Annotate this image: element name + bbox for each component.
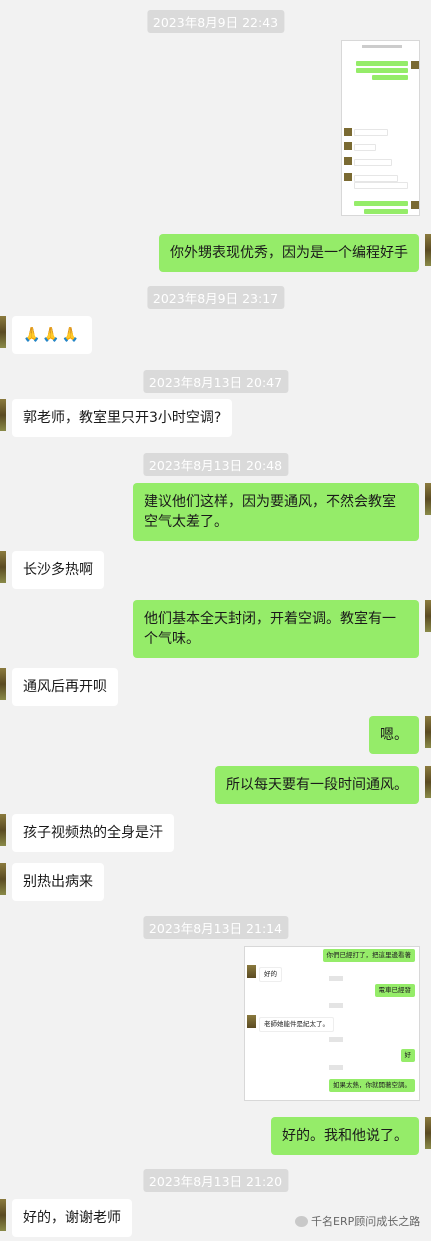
message-bubble-outgoing[interactable]: 你外甥表现优秀，因为是一个编程好手	[159, 234, 419, 272]
timestamp: 2023年8月13日 20:47	[142, 370, 289, 393]
mini-message: 好的	[259, 967, 282, 982]
message-text: 你外甥表现优秀，因为是一个编程好手	[170, 245, 408, 261]
message-text: 嗯。	[380, 727, 408, 743]
message-bubble-outgoing[interactable]: 嗯。	[369, 716, 419, 754]
mini-message: 如果太熱，你就開著空調。	[329, 1079, 415, 1092]
chat-screenshot-image-2[interactable]: 你們已經打了，把這里邊看著 好的 電車已經發 老師她能件是紀太了。 好 如果太熱…	[244, 946, 420, 1101]
message-text: 所以每天要有一段时间通风。	[226, 777, 408, 793]
message-text: 好的，谢谢老师	[23, 1210, 121, 1226]
timestamp: 2023年8月9日 22:43	[146, 10, 285, 33]
message-text: 好的。我和他说了。	[282, 1128, 408, 1144]
mini-message: 好	[400, 1049, 415, 1062]
message-bubble-outgoing[interactable]: 所以每天要有一段时间通风。	[215, 766, 419, 804]
message-bubble-incoming[interactable]: 通风后再开呗	[12, 668, 118, 706]
avatar[interactable]	[0, 863, 6, 895]
message-text: 长沙多热啊	[23, 562, 93, 578]
watermark-text: 千名ERP顾问成长之路	[311, 1215, 421, 1228]
avatar[interactable]	[0, 316, 6, 348]
message-bubble-incoming[interactable]: 别热出病来	[12, 863, 104, 901]
message-text: 通风后再开呗	[23, 679, 107, 695]
avatar[interactable]	[425, 1117, 431, 1149]
message-bubble-outgoing[interactable]: 他们基本全天封闭，开着空调。教室有一个气味。	[133, 600, 419, 658]
message-text: 建议他们这样，因为要通风，不然会教室空气太差了。	[144, 494, 396, 530]
wechat-official-account-icon	[295, 1215, 308, 1227]
message-bubble-incoming[interactable]: 郭老师，教室里只开3小时空调?	[12, 399, 233, 437]
mini-message: 電車已經發	[374, 984, 415, 997]
chat-screenshot-image-1[interactable]	[341, 40, 420, 216]
avatar[interactable]	[425, 600, 431, 632]
avatar[interactable]	[0, 551, 6, 583]
mini-message: 你們已經打了，把這里邊看著	[322, 949, 415, 962]
message-text: 孩子视频热的全身是汗	[23, 825, 163, 841]
avatar[interactable]	[425, 716, 431, 748]
avatar[interactable]	[0, 1199, 6, 1231]
message-bubble-incoming[interactable]: 长沙多热啊	[12, 551, 104, 589]
message-bubble-outgoing[interactable]: 建议他们这样，因为要通风，不然会教室空气太差了。	[133, 483, 419, 541]
message-text: 郭老师，教室里只开3小时空调?	[23, 410, 222, 426]
mini-message: 老師她能件是紀太了。	[259, 1017, 334, 1032]
avatar[interactable]	[425, 234, 431, 266]
watermark: 千名ERP顾问成长之路	[295, 1213, 420, 1229]
avatar[interactable]	[0, 399, 6, 431]
message-text: 他们基本全天封闭，开着空调。教室有一个气味。	[144, 611, 396, 647]
avatar[interactable]	[0, 668, 6, 700]
message-bubble-outgoing[interactable]: 好的。我和他说了。	[271, 1117, 419, 1155]
timestamp: 2023年8月9日 23:17	[146, 286, 285, 309]
timestamp: 2023年8月13日 20:48	[142, 453, 289, 476]
message-text: 别热出病来	[23, 874, 93, 890]
message-text: 🙏🙏🙏	[23, 327, 82, 343]
avatar[interactable]	[0, 814, 6, 846]
message-bubble-incoming[interactable]: 🙏🙏🙏	[12, 316, 93, 354]
avatar[interactable]	[425, 766, 431, 798]
message-bubble-incoming[interactable]: 好的，谢谢老师	[12, 1199, 132, 1237]
timestamp: 2023年8月13日 21:14	[142, 916, 289, 939]
timestamp: 2023年8月13日 21:20	[142, 1169, 289, 1192]
message-bubble-incoming[interactable]: 孩子视频热的全身是汗	[12, 814, 174, 852]
avatar[interactable]	[425, 483, 431, 515]
